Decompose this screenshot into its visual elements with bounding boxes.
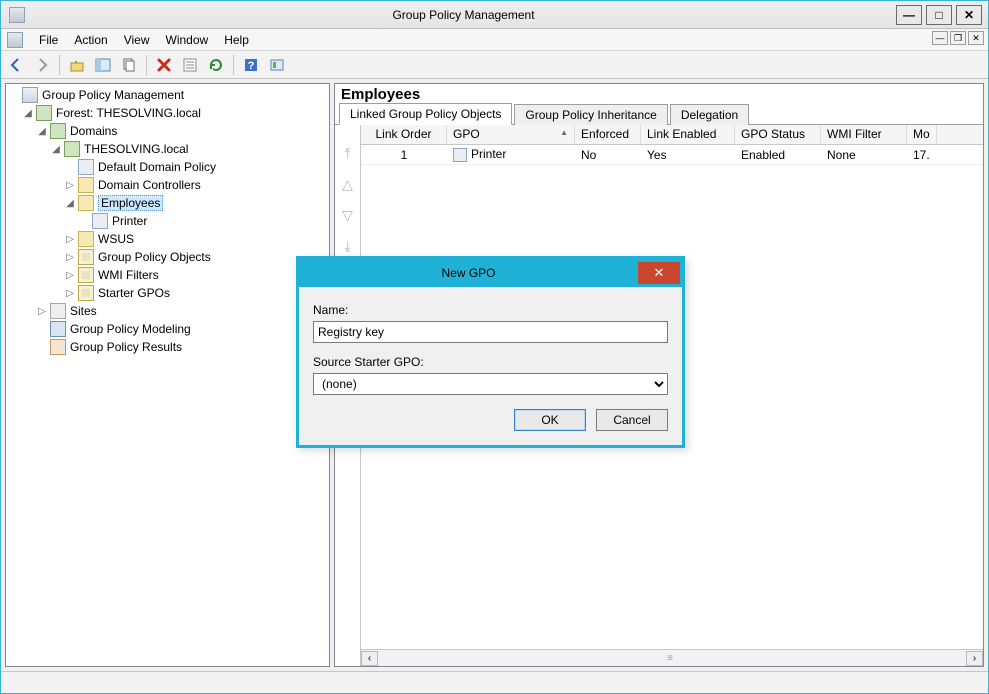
properties-button[interactable] — [179, 54, 201, 76]
col-link-enabled[interactable]: Link Enabled — [641, 125, 735, 144]
move-down-button[interactable]: ▽ — [342, 207, 353, 224]
menu-file[interactable]: File — [33, 31, 64, 49]
tree-domain-controllers[interactable]: ▷Domain Controllers — [6, 176, 329, 194]
ok-button[interactable]: OK — [514, 409, 586, 431]
menu-view[interactable]: View — [118, 31, 156, 49]
tree-sites[interactable]: ▷Sites — [6, 302, 329, 320]
dialog-close-button[interactable]: ✕ — [638, 262, 680, 284]
table-row[interactable]: 1 Printer No Yes Enabled None 17. — [361, 145, 983, 165]
name-field[interactable] — [313, 321, 668, 343]
delete-button[interactable] — [153, 54, 175, 76]
move-top-button[interactable]: ⤒ — [344, 145, 350, 162]
mdi-restore-button[interactable]: ❐ — [950, 31, 966, 45]
source-starter-label: Source Starter GPO: — [313, 355, 668, 369]
menubar: File Action View Window Help — ❐ ✕ — [1, 29, 988, 51]
mdi-minimize-button[interactable]: — — [932, 31, 948, 45]
show-hide-tree-button[interactable] — [92, 54, 114, 76]
refresh-button[interactable] — [205, 54, 227, 76]
menu-window[interactable]: Window — [160, 31, 215, 49]
tree-modeling[interactable]: ▶Group Policy Modeling — [6, 320, 329, 338]
menu-help[interactable]: Help — [218, 31, 255, 49]
mdi-close-button[interactable]: ✕ — [968, 31, 984, 45]
tab-inheritance[interactable]: Group Policy Inheritance — [514, 104, 667, 125]
tree-wsus[interactable]: ▷WSUS — [6, 230, 329, 248]
help-button[interactable]: ? — [240, 54, 262, 76]
svg-text:?: ? — [248, 60, 255, 72]
back-button[interactable] — [5, 54, 27, 76]
up-level-button[interactable] — [66, 54, 88, 76]
tree-employees[interactable]: ◢Employees — [6, 194, 329, 212]
detail-title: Employees — [335, 84, 983, 103]
scroll-right-button[interactable]: › — [966, 651, 983, 666]
cell-link-enabled: Yes — [641, 146, 735, 164]
tree-root[interactable]: ▶Group Policy Management — [6, 86, 329, 104]
options-button[interactable] — [266, 54, 288, 76]
source-starter-select[interactable]: (none) — [313, 373, 668, 395]
menu-action[interactable]: Action — [68, 31, 113, 49]
tree-gpo-objects[interactable]: ▷Group Policy Objects — [6, 248, 329, 266]
col-enforced[interactable]: Enforced — [575, 125, 641, 144]
detail-tabs: Linked Group Policy Objects Group Policy… — [335, 103, 983, 125]
tab-delegation[interactable]: Delegation — [670, 104, 749, 125]
minimize-button[interactable]: — — [896, 5, 922, 25]
move-up-button[interactable]: △ — [342, 176, 353, 193]
tree-forest[interactable]: ◢Forest: THESOLVING.local — [6, 104, 329, 122]
window-title: Group Policy Management — [31, 8, 896, 22]
dialog-title: New GPO — [299, 266, 638, 280]
titlebar: Group Policy Management — □ ✕ — [1, 1, 988, 29]
tree-starter-gpos[interactable]: ▷Starter GPOs — [6, 284, 329, 302]
app-small-icon — [7, 32, 23, 48]
tree-results[interactable]: ▶Group Policy Results — [6, 338, 329, 356]
new-gpo-dialog: New GPO ✕ Name: Source Starter GPO: (non… — [296, 256, 685, 448]
statusbar — [1, 671, 988, 693]
scroll-left-button[interactable]: ‹ — [361, 651, 378, 666]
col-modified[interactable]: Mo — [907, 125, 937, 144]
tree-domain[interactable]: ◢THESOLVING.local — [6, 140, 329, 158]
col-gpo-status[interactable]: GPO Status — [735, 125, 821, 144]
col-wmi-filter[interactable]: WMI Filter — [821, 125, 907, 144]
app-icon — [9, 7, 25, 23]
cell-wmi: None — [821, 146, 907, 164]
cell-enforced: No — [575, 146, 641, 164]
horizontal-scrollbar[interactable]: ‹ ≡ › — [361, 649, 983, 666]
maximize-button[interactable]: □ — [926, 5, 952, 25]
tree-wmi-filters[interactable]: ▷WMI Filters — [6, 266, 329, 284]
cell-link-order: 1 — [361, 146, 447, 164]
console-tree[interactable]: ▶Group Policy Management ◢Forest: THESOL… — [5, 83, 330, 667]
tree-domains[interactable]: ◢Domains — [6, 122, 329, 140]
col-link-order[interactable]: Link Order — [361, 125, 447, 144]
cell-gpo: Printer — [447, 145, 575, 164]
scroll-track[interactable]: ≡ — [378, 653, 966, 664]
gpo-link-icon — [453, 148, 467, 162]
cell-modified: 17. — [907, 146, 937, 164]
name-label: Name: — [313, 303, 668, 317]
forward-button[interactable] — [31, 54, 53, 76]
tree-default-domain-policy[interactable]: ▶Default Domain Policy — [6, 158, 329, 176]
col-gpo[interactable]: GPO — [447, 125, 575, 144]
toolbar: ? — [1, 51, 988, 79]
cell-gpo-status: Enabled — [735, 146, 821, 164]
tree-employees-printer[interactable]: ▶Printer — [6, 212, 329, 230]
copy-button[interactable] — [118, 54, 140, 76]
grid-header: Link Order GPO Enforced Link Enabled GPO… — [361, 125, 983, 145]
close-button[interactable]: ✕ — [956, 5, 982, 25]
move-bottom-button[interactable]: ⤓ — [344, 238, 350, 255]
tab-linked-gpos[interactable]: Linked Group Policy Objects — [339, 103, 512, 125]
cancel-button[interactable]: Cancel — [596, 409, 668, 431]
